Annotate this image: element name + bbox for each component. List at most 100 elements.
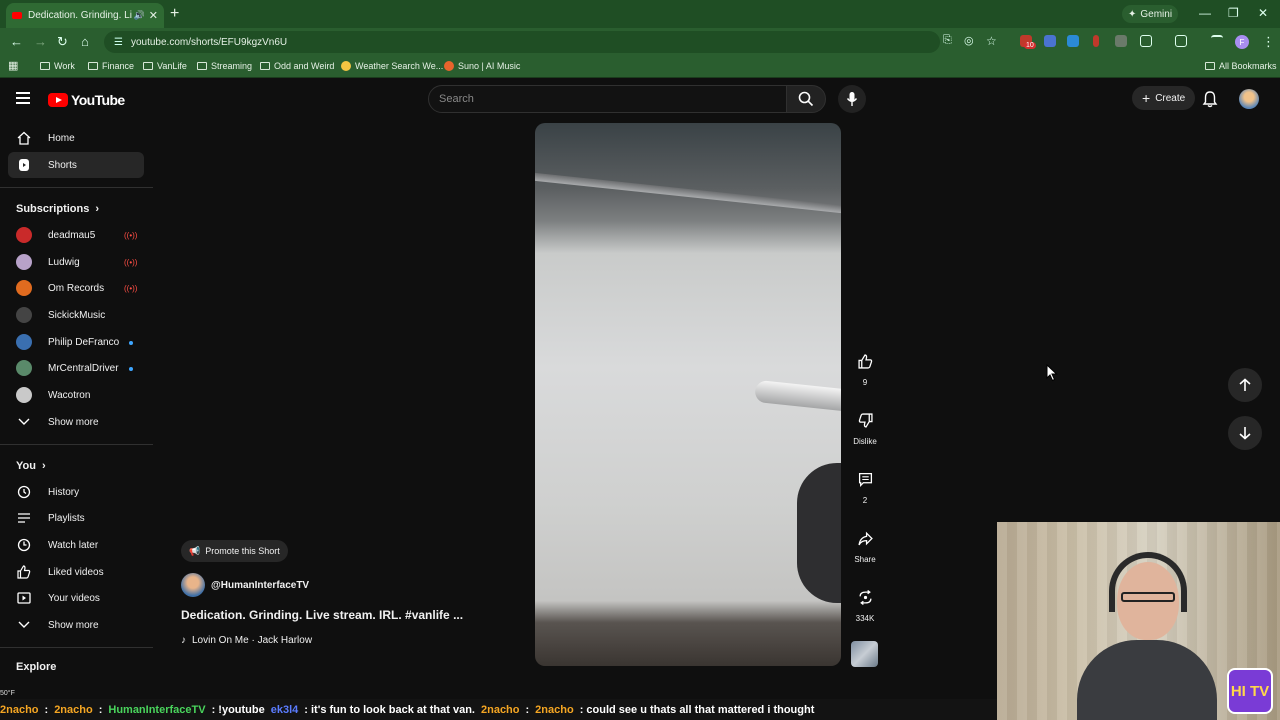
- bookmark-star-icon[interactable]: ☆: [986, 34, 997, 48]
- channel-avatar: [16, 254, 32, 270]
- bookmark-suno[interactable]: Suno | AI Music: [444, 61, 520, 71]
- chat-user: 2nacho: [535, 703, 574, 716]
- shorts-video-player[interactable]: [535, 123, 841, 666]
- bookmark-vanlife[interactable]: VanLife: [143, 61, 187, 71]
- audio-extension-icon[interactable]: [1067, 35, 1079, 47]
- sidebar-item-label: Shorts: [48, 159, 77, 171]
- address-bar[interactable]: ☰ youtube.com/shorts/EFU9kgzVn6U: [104, 31, 940, 53]
- create-button[interactable]: + Create: [1132, 86, 1196, 110]
- sidebar: Home Shorts Subscriptions › deadmau5 ((•…: [0, 120, 160, 695]
- chat-user: ek3l4: [270, 703, 299, 716]
- site-info-icon[interactable]: ☰: [114, 37, 123, 48]
- eye-off-icon[interactable]: ◎: [964, 34, 974, 47]
- gemini-button[interactable]: ✦ Gemini: [1122, 5, 1179, 23]
- sidebar-item-subscription[interactable]: MrCentralDriver: [8, 355, 144, 381]
- all-bookmarks[interactable]: All Bookmarks: [1205, 61, 1277, 71]
- channel-avatar: [16, 280, 32, 296]
- hamburger-menu-icon[interactable]: [16, 92, 30, 104]
- channel-avatar: [16, 227, 32, 243]
- sound-thumbnail[interactable]: [851, 641, 878, 667]
- close-tab-icon[interactable]: ✕: [149, 9, 158, 22]
- account-avatar[interactable]: [1239, 89, 1259, 109]
- youtube-header: YouTube Search + Create: [0, 80, 1280, 120]
- sidebar-item-subscription[interactable]: Wacotron: [8, 382, 144, 408]
- dislike-button[interactable]: Dislike: [850, 407, 880, 446]
- maximize-icon[interactable]: ❐: [1228, 6, 1239, 20]
- search-input[interactable]: Search: [428, 85, 787, 113]
- media-icon[interactable]: [1211, 35, 1223, 47]
- weather-widget: 50°F: [0, 690, 15, 697]
- extension-badge: 10: [1024, 42, 1036, 49]
- sidebar-item-playlists[interactable]: Playlists: [8, 505, 144, 531]
- bookmark-weather[interactable]: Weather Search We...: [341, 61, 443, 71]
- bookmark-odd-and-weird[interactable]: Odd and Weird: [260, 61, 334, 71]
- you-heading[interactable]: You ›: [16, 460, 46, 472]
- playlists-icon: [16, 510, 32, 526]
- profile-icon[interactable]: F: [1235, 35, 1249, 49]
- remix-button[interactable]: 334K: [850, 584, 880, 623]
- microphone-icon: [846, 92, 858, 106]
- thumbs-up-icon: [16, 564, 32, 580]
- sidebar-item-watch-later[interactable]: Watch later: [8, 532, 144, 558]
- search-button[interactable]: [786, 85, 826, 113]
- history-icon: [16, 484, 32, 500]
- show-more-you[interactable]: Show more: [8, 612, 144, 638]
- sidebar-item-liked-videos[interactable]: Liked videos: [8, 559, 144, 585]
- folder-icon: [197, 62, 207, 70]
- share-button[interactable]: Share: [850, 525, 880, 564]
- home-icon[interactable]: ⌂: [81, 34, 89, 49]
- chat-message: : could see u thats all that mattered i …: [579, 703, 815, 716]
- arrow-down-icon: [1239, 427, 1251, 440]
- url-text: youtube.com/shorts/EFU9kgzVn6U: [130, 36, 288, 48]
- notifications-bell-icon[interactable]: [1202, 90, 1218, 108]
- share-icon: [852, 525, 878, 551]
- browser-tab[interactable]: Dedication. Grinding. Live s 🔊 ✕: [6, 3, 164, 28]
- bookmark-streaming[interactable]: Streaming: [197, 61, 252, 71]
- comment-icon: [852, 466, 878, 492]
- bookmark-work[interactable]: Work: [40, 61, 75, 71]
- home-icon: [16, 130, 32, 146]
- previous-short-button[interactable]: [1228, 368, 1262, 402]
- short-title[interactable]: Dedication. Grinding. Live stream. IRL. …: [181, 608, 511, 622]
- reload-icon[interactable]: ↻: [57, 34, 68, 50]
- sound-link[interactable]: ♪ Lovin On Me · Jack Harlow: [181, 635, 312, 646]
- close-window-icon[interactable]: ✕: [1258, 6, 1268, 20]
- channel-link[interactable]: @HumanInterfaceTV: [181, 573, 309, 597]
- next-short-button[interactable]: [1228, 416, 1262, 450]
- sidebar-item-shorts[interactable]: Shorts: [8, 152, 144, 178]
- minimize-icon[interactable]: —: [1199, 6, 1211, 20]
- arrow-up-icon: [1239, 378, 1251, 391]
- like-button[interactable]: 9: [850, 348, 880, 387]
- install-icon[interactable]: ⎘: [943, 34, 952, 47]
- channel-avatar: [16, 360, 32, 376]
- back-icon[interactable]: ←: [10, 34, 23, 49]
- channel-logo: HI TV: [1227, 668, 1273, 714]
- sidebar-item-history[interactable]: History: [8, 479, 144, 505]
- gemini-icon: ✦: [1128, 8, 1137, 20]
- sidebar-item-home[interactable]: Home: [8, 125, 144, 151]
- forward-icon[interactable]: →: [34, 34, 47, 49]
- subscriptions-heading[interactable]: Subscriptions ›: [16, 203, 99, 215]
- chevron-right-icon: ›: [95, 203, 100, 215]
- pdf-extension-icon[interactable]: [1093, 35, 1099, 47]
- sidebar-item-your-videos[interactable]: Your videos: [8, 585, 144, 611]
- search-icon: [798, 91, 814, 107]
- puzzle-icon[interactable]: [1140, 35, 1152, 47]
- show-more-subscriptions[interactable]: Show more: [8, 409, 144, 435]
- voice-search-button[interactable]: [838, 85, 866, 113]
- sidebar-item-subscription[interactable]: SickickMusic: [8, 302, 144, 328]
- new-tab-icon[interactable]: +: [170, 5, 179, 23]
- plus-icon: +: [1142, 90, 1151, 106]
- bookmark-finance[interactable]: Finance: [88, 61, 134, 71]
- sidebar-item-subscription[interactable]: Philip DeFranco: [8, 329, 144, 355]
- speaker-icon[interactable]: 🔊: [134, 10, 145, 21]
- sidebar-item-label: Home: [48, 132, 75, 144]
- apps-grid-icon[interactable]: ▦: [8, 59, 18, 72]
- youtube-logo[interactable]: YouTube: [48, 92, 125, 108]
- shield-extension-icon[interactable]: [1115, 35, 1127, 47]
- comments-button[interactable]: 2: [850, 466, 880, 505]
- kebab-menu-icon[interactable]: ⋮: [1262, 34, 1275, 50]
- sidepanel-icon[interactable]: [1175, 35, 1187, 47]
- promote-short-button[interactable]: 📢 Promote this Short: [181, 540, 288, 562]
- translate-icon[interactable]: [1044, 35, 1056, 47]
